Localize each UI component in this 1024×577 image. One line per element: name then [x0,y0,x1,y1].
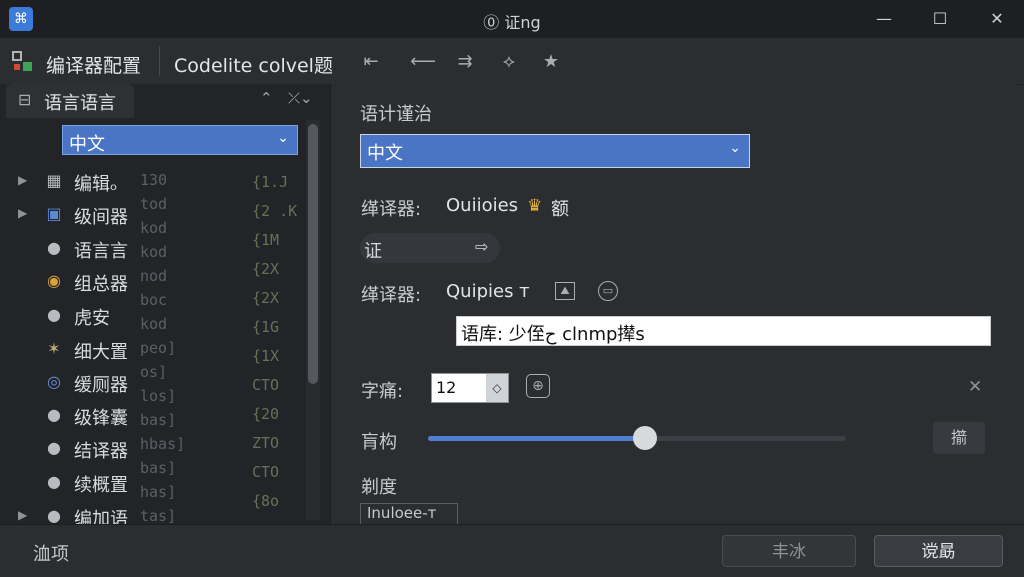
chevron-down-icon: ⌄ [277,130,289,146]
compiler-config-label[interactable]: 编译器配置 [46,51,141,78]
tree-item-security[interactable]: ● 虎安 [18,301,318,331]
dot-icon: ● [47,472,61,491]
compiler-label-1: 缂译器: [361,199,422,220]
search-icon: ● [47,238,61,257]
tree-item-label: 缓厕器 [74,375,128,396]
pin-chevron-icon[interactable]: ⤫⌄ [288,89,313,107]
compiler-label-2: 缂译器: [361,285,422,306]
close-icon[interactable]: ✕ [968,377,982,397]
star-icon[interactable]: ★ [538,50,564,74]
slider-label: 肓构 [361,432,397,453]
blocks-icon: ▣ [46,204,62,223]
search-icon: ● [47,305,61,324]
target-icon: ◎ [47,372,61,391]
import-icon[interactable]: ⇤ [358,50,384,74]
expand-arrow-icon[interactable]: ▶ [18,508,32,522]
tab-language-label: 语言语言 [44,93,116,114]
language-select-value: 中文 [367,143,403,164]
project-title: Codelite colvel题 [174,55,333,77]
grid-icon: ▦ [46,171,62,190]
slider-fill [428,436,645,441]
language-select[interactable]: 中文 ⌄ [360,134,750,168]
left-language-select[interactable]: 中文 ⌄ [62,125,298,155]
expand-arrow-icon[interactable]: ▶ [18,173,32,187]
image-icon[interactable]: ⛰ [555,282,575,300]
pill-label: 证 [364,241,382,262]
dot-icon: ● [47,405,61,424]
compiler-value-1: Ouiioies [446,195,519,216]
message-icon[interactable]: ▭ [598,281,618,301]
share-arrow-icon[interactable]: ⇨ [475,237,488,256]
tree-item-label: 组总器 [74,274,128,295]
tree-item-settings[interactable]: ✶ 细大置 [18,335,318,365]
left-scrollbar-thumb[interactable] [308,124,318,384]
globe-icon[interactable]: ⊕ [526,374,550,398]
options-label: 洫项 [33,544,69,565]
search-icon: ● [47,438,61,457]
font-size-value: 12 [436,378,457,397]
tree-item-label: 语言言 [74,241,128,262]
tree-item-label: 级锋囊 [74,408,128,429]
precision-label: 剃度 [361,477,397,498]
chevron-down-icon: ⌄ [729,140,741,156]
minimize-button[interactable]: — [864,5,904,33]
collapse-icon[interactable]: ⌃ [260,89,273,107]
toolbar-divider [159,46,160,76]
spinner-icon[interactable]: ◇ [486,374,508,402]
tree-item-label: 虎安 [74,308,110,329]
tree-item-compiler[interactable]: ● 结译器 [18,434,318,464]
share-icon[interactable]: ⟡ [496,50,522,74]
slider-handle[interactable] [633,426,657,450]
precision-box[interactable]: Inuloee-т [360,503,458,525]
tree-item-overview[interactable]: ● 续概置 [18,468,318,498]
font-size-label: 字痛: [361,381,404,402]
tree-item-language[interactable]: ● 语言言 [18,234,318,264]
tree-item-cache[interactable]: ◎ 缓厕器 [18,368,318,398]
search-icon: ● [47,506,61,525]
secondary-button[interactable]: 丰冰 [722,535,856,567]
compiler-value-2: Quipies т [446,281,530,302]
compiler-config-icon[interactable] [10,49,36,75]
panel-icon: ⊟ [18,90,32,109]
library-text-input[interactable]: 语库: 少侄ح clnmp撵s [456,316,991,346]
tree-item-label: 结译器 [74,441,128,462]
primary-button[interactable]: 谠勗 [874,535,1003,567]
font-size-stepper[interactable]: 12 ◇ [431,373,509,403]
tree-item-level[interactable]: ▶ ▣ 级间器 [18,200,318,230]
tree-item-label: 细大置 [74,342,128,363]
tree-item-label: 编辑ₒ [74,174,118,195]
forward-arrow-icon[interactable]: ⇉ [452,50,478,74]
maximize-button[interactable]: ☐ [920,5,960,33]
tree-item-label: 级间器 [74,207,128,228]
tree-item-label: 续概置 [74,475,128,496]
expand-arrow-icon[interactable]: ▶ [18,206,32,220]
footer-bar [0,524,1024,577]
left-select-value: 中文 [69,134,105,155]
close-button[interactable]: ✕ [977,5,1017,33]
back-arrow-icon[interactable]: ⟵ [410,50,436,74]
color-wheel-icon: ◉ [47,271,61,290]
language-heading: 语计谨治 [360,104,432,125]
slider-action-button[interactable]: 擶 [933,422,985,454]
crown-icon: ♛ [527,196,543,216]
tree-item-editor[interactable]: ▶ ▦ 编辑ₒ [18,167,318,197]
star-badge-icon: ✶ [47,339,61,358]
tree-item-level-2[interactable]: ● 级锋囊 [18,401,318,431]
compiler-badge: 额 [551,199,569,220]
tree-item-group[interactable]: ◉ 组总器 [18,267,318,297]
